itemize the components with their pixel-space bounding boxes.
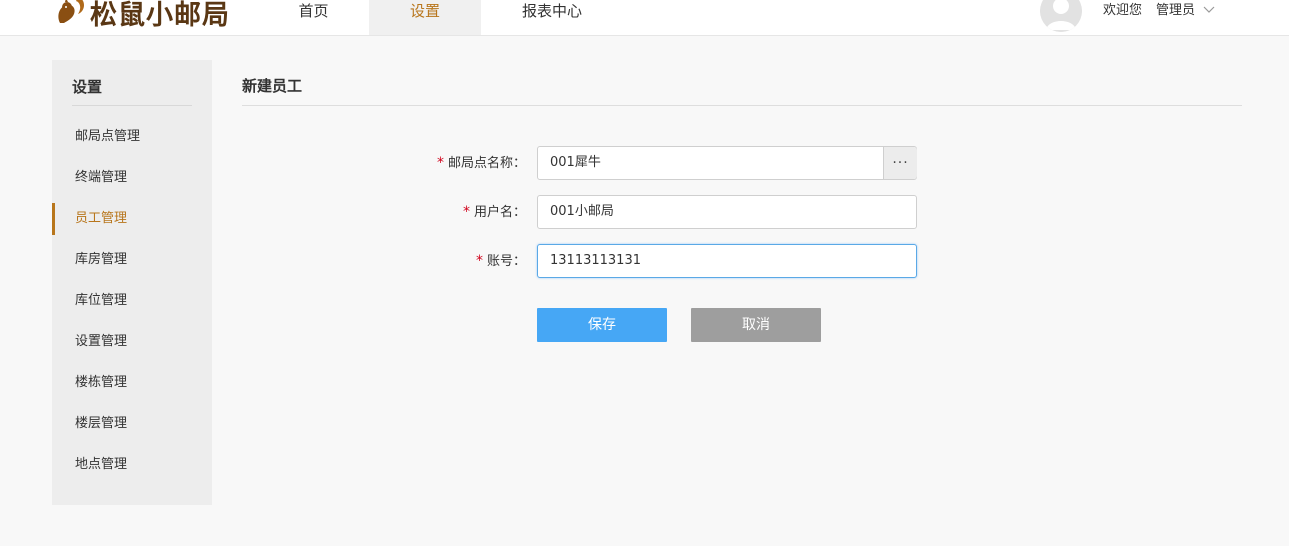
required-mark: * xyxy=(462,204,470,220)
nav-item-home[interactable]: 首页 xyxy=(258,0,369,35)
sidebar-item-warehouse[interactable]: 库房管理 xyxy=(52,244,212,285)
logo-text: 松鼠小邮局 xyxy=(90,0,230,31)
chevron-down-icon[interactable] xyxy=(1203,6,1215,14)
account-label: * 账号： xyxy=(326,251,526,272)
post-office-name-label-text: 邮局点名称： xyxy=(447,156,526,171)
page-title: 新建员工 xyxy=(242,77,303,95)
user-name[interactable]: 管理员 xyxy=(1156,0,1195,22)
sidebar-item-floor[interactable]: 楼层管理 xyxy=(52,408,212,449)
account-label-text: 账号： xyxy=(486,254,526,269)
nav-item-reports[interactable]: 报表中心 xyxy=(481,0,623,35)
title-divider xyxy=(242,105,1242,106)
user-area: 欢迎您 管理员 xyxy=(1040,0,1215,35)
logo[interactable]: 松鼠小邮局 xyxy=(52,0,230,32)
welcome-text: 欢迎您 xyxy=(1103,3,1143,18)
sidebar-item-settings[interactable]: 设置管理 xyxy=(52,326,212,367)
sidebar-title: 设置 xyxy=(72,76,192,106)
sidebar-menu: 邮局点管理 终端管理 员工管理 库房管理 库位管理 设置管理 楼栋管理 楼层管理… xyxy=(52,121,212,490)
sidebar-item-building[interactable]: 楼栋管理 xyxy=(52,367,212,408)
sidebar-item-post-office[interactable]: 邮局点管理 xyxy=(52,121,212,162)
cancel-button[interactable]: 取消 xyxy=(691,308,821,342)
main-nav: 首页 设置 报表中心 xyxy=(258,0,623,35)
save-button[interactable]: 保存 xyxy=(537,308,667,342)
sidebar: 设置 邮局点管理 终端管理 员工管理 库房管理 库位管理 设置管理 楼栋管理 楼… xyxy=(52,60,212,505)
post-office-name-input[interactable]: 001犀牛 xyxy=(537,146,917,180)
account-input[interactable]: 13113113131 xyxy=(537,244,917,278)
username-label-text: 用户名： xyxy=(473,205,526,220)
squirrel-logo-icon xyxy=(52,0,86,31)
sidebar-item-terminal[interactable]: 终端管理 xyxy=(52,162,212,203)
post-office-name-label: * 邮局点名称： xyxy=(326,153,526,174)
sidebar-item-staff[interactable]: 员工管理 xyxy=(52,203,212,244)
username-input[interactable]: 001小邮局 xyxy=(537,195,917,229)
nav-item-settings[interactable]: 设置 xyxy=(369,0,481,35)
username-label: * 用户名： xyxy=(326,202,526,223)
more-options-button[interactable]: ··· xyxy=(883,147,917,179)
required-mark: * xyxy=(475,253,483,269)
sidebar-item-location[interactable]: 地点管理 xyxy=(52,449,212,490)
top-navbar: 松鼠小邮局 首页 设置 报表中心 欢迎您 管理员 xyxy=(0,0,1289,36)
sidebar-item-storage-location[interactable]: 库位管理 xyxy=(52,285,212,326)
required-mark: * xyxy=(436,155,444,171)
avatar[interactable] xyxy=(1040,0,1082,32)
